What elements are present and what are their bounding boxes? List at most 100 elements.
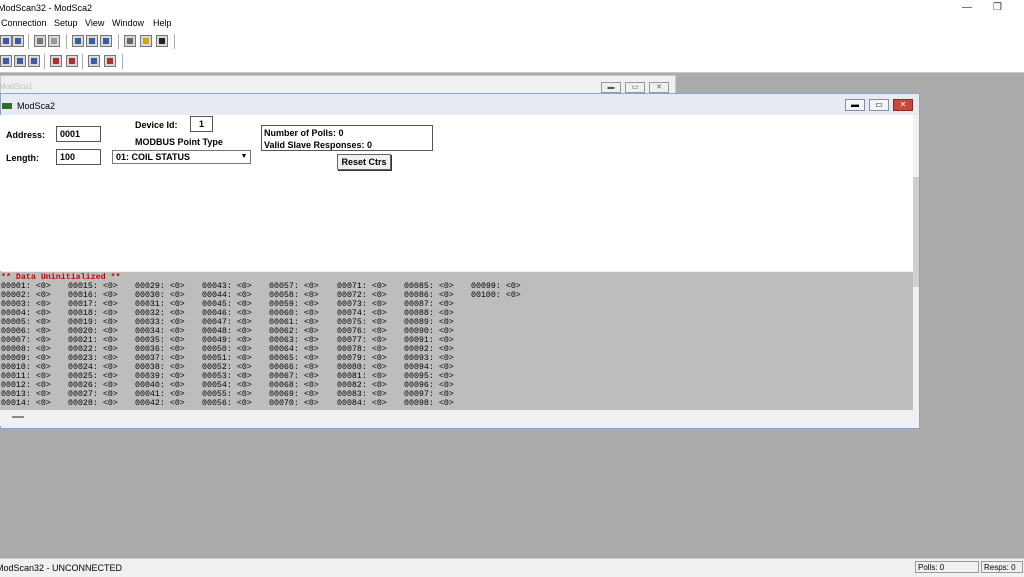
menu-window[interactable]: Window [112,18,144,28]
data-cell: 00056: <0> [202,399,252,408]
data-cell: 00016: <0> [68,291,118,300]
background-window-modsca1[interactable]: ModSca1 ▬ ▭ ✕ [0,75,676,95]
menu-connection[interactable]: Connection [1,18,47,28]
child-window-title: ModSca2 [17,101,56,111]
main-toolbar [0,30,1024,52]
chevron-down-icon[interactable]: ▼ [239,152,249,162]
data-cell: 00094: <0> [404,363,454,372]
data-cell: 00095: <0> [404,372,454,381]
data-column: 00071: <0> 00072: <0> 00073: <0> 00074: <0>… [337,282,387,408]
disconnect-icon[interactable] [48,35,60,47]
context-help-icon[interactable] [156,35,168,47]
data-cell: 00025: <0> [68,372,118,381]
scrollbar-thumb[interactable] [913,177,919,287]
device-id-input[interactable]: 1 [190,116,213,132]
background-window-title: ModSca1 [0,82,33,91]
data-cell: 00012: <0> [1,381,51,390]
data-cell: 00019: <0> [68,318,118,327]
data-column: 00099: <0> 00100: <0> [471,282,521,300]
scrollbar-thumb[interactable] [12,416,24,418]
minimize-icon[interactable]: — [962,2,972,13]
vertical-scrollbar[interactable] [913,115,919,415]
toolbar-separator [44,54,45,69]
chart-icon[interactable] [66,55,78,67]
number-of-polls: Number of Polls: 0 [264,128,344,138]
length-input[interactable]: 100 [56,149,101,165]
data-cell: 00040: <0> [135,381,185,390]
data-column: 00001: <0> 00002: <0> 00003: <0> 00004: <0>… [1,282,51,408]
data-cell: 00017: <0> [68,300,118,309]
data-cell: 00065: <0> [269,354,319,363]
data-cell: 00030: <0> [135,291,185,300]
data-cell: 00084: <0> [337,399,387,408]
restore-icon[interactable]: ▭ [869,99,889,111]
close-icon[interactable]: ✕ [649,82,669,93]
data-cell: 00026: <0> [68,381,118,390]
display-format-icon[interactable] [0,55,12,67]
restore-icon[interactable]: ❐ [993,2,1002,13]
connect-icon[interactable] [34,35,46,47]
data-cell: 00090: <0> [404,327,454,336]
data-cell: 00083: <0> [337,390,387,399]
data-cell: 00051: <0> [202,354,252,363]
data-cell: 00011: <0> [1,372,51,381]
data-cell: 00097: <0> [404,390,454,399]
data-cell: 00027: <0> [68,390,118,399]
display-toolbar [0,52,1024,73]
data-cell: 00035: <0> [135,336,185,345]
data-cell: 00092: <0> [404,345,454,354]
minimize-icon[interactable]: ▬ [845,99,865,111]
chart-icon[interactable] [50,55,62,67]
data-cell: 00031: <0> [135,300,185,309]
open-icon[interactable] [0,35,12,47]
data-cell: 00098: <0> [404,399,454,408]
data-cell: 00100: <0> [471,291,521,300]
polls-count: Polls: 0 [915,561,979,573]
data-cell: 00052: <0> [202,363,252,372]
data-cell: 00066: <0> [269,363,319,372]
chat-icon[interactable] [86,35,98,47]
child-window-caption: ModSca2 ▬ ▭ ✕ [1,94,919,116]
data-cell: 00050: <0> [202,345,252,354]
data-cell: 00047: <0> [202,318,252,327]
address-input[interactable]: 0001 [56,126,101,142]
data-status-header: ** Data Uninitialized ** [1,273,121,282]
help-icon[interactable] [140,35,152,47]
point-type-label: MODBUS Point Type [135,137,223,147]
menu-setup[interactable]: Setup [54,18,78,28]
data-cell: 00087: <0> [404,300,454,309]
data-column: 00085: <0> 00086: <0> 00087: <0> 00088: <0>… [404,282,454,408]
close-icon[interactable]: ✕ [893,99,913,111]
data-cell: 00048: <0> [202,327,252,336]
data-cell: 00037: <0> [135,354,185,363]
data-cell: 00033: <0> [135,318,185,327]
menu-help[interactable]: Help [153,18,172,28]
minimize-icon[interactable]: ▬ [601,82,621,93]
display-format-icon[interactable] [14,55,26,67]
print-icon[interactable] [124,35,136,47]
data-cell: 00045: <0> [202,300,252,309]
save-icon[interactable] [12,35,24,47]
data-cell: 00002: <0> [1,291,51,300]
restore-icon[interactable]: ▭ [625,82,645,93]
data-cell: 00010: <0> [1,363,51,372]
toolbar-separator [122,54,123,69]
search-icon[interactable] [72,35,84,47]
data-cell: 00099: <0> [471,282,521,291]
data-cell: 00005: <0> [1,318,51,327]
reset-counters-button[interactable]: Reset Ctrs [337,154,391,170]
float-icon[interactable] [104,55,116,67]
data-cell: 00041: <0> [135,390,185,399]
horizontal-scrollbar[interactable] [0,410,913,426]
data-cell: 00076: <0> [337,327,387,336]
data-cell: 00070: <0> [269,399,319,408]
menu-view[interactable]: View [85,18,104,28]
point-type-select[interactable]: 01: COIL STATUS ▼ [112,150,251,164]
display-icon[interactable] [100,35,112,47]
hex-icon[interactable] [88,55,100,67]
data-cell: 00078: <0> [337,345,387,354]
data-cell: 00039: <0> [135,372,185,381]
data-cell: 00059: <0> [269,300,319,309]
data-column: 00043: <0> 00044: <0> 00045: <0> 00046: <0>… [202,282,252,408]
display-format-icon[interactable] [28,55,40,67]
